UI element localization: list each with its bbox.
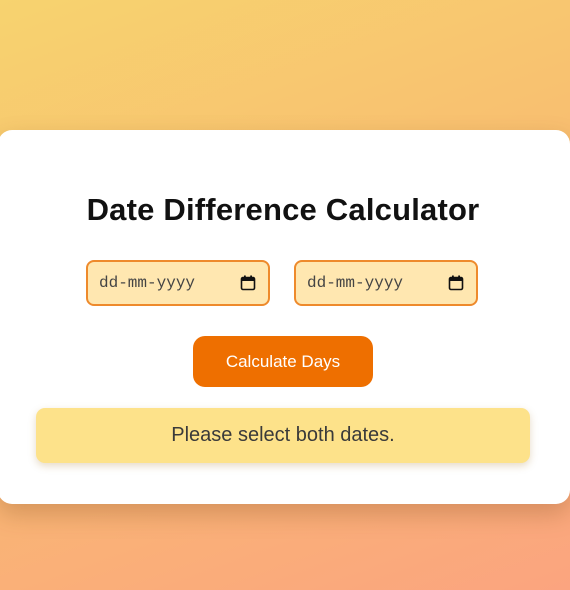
start-date-placeholder: dd-mm-yyyy (99, 274, 196, 292)
calculate-days-button[interactable]: Calculate Days (193, 336, 373, 387)
calculator-card: Date Difference Calculator dd-mm-yyyy dd… (0, 130, 570, 504)
end-date-placeholder: dd-mm-yyyy (307, 274, 404, 292)
start-date-input[interactable]: dd-mm-yyyy (86, 260, 270, 306)
calendar-icon[interactable] (240, 275, 256, 291)
end-date-input[interactable]: dd-mm-yyyy (294, 260, 478, 306)
result-message: Please select both dates. (36, 408, 530, 463)
page-title: Date Difference Calculator (86, 192, 480, 227)
calendar-icon[interactable] (448, 275, 464, 291)
